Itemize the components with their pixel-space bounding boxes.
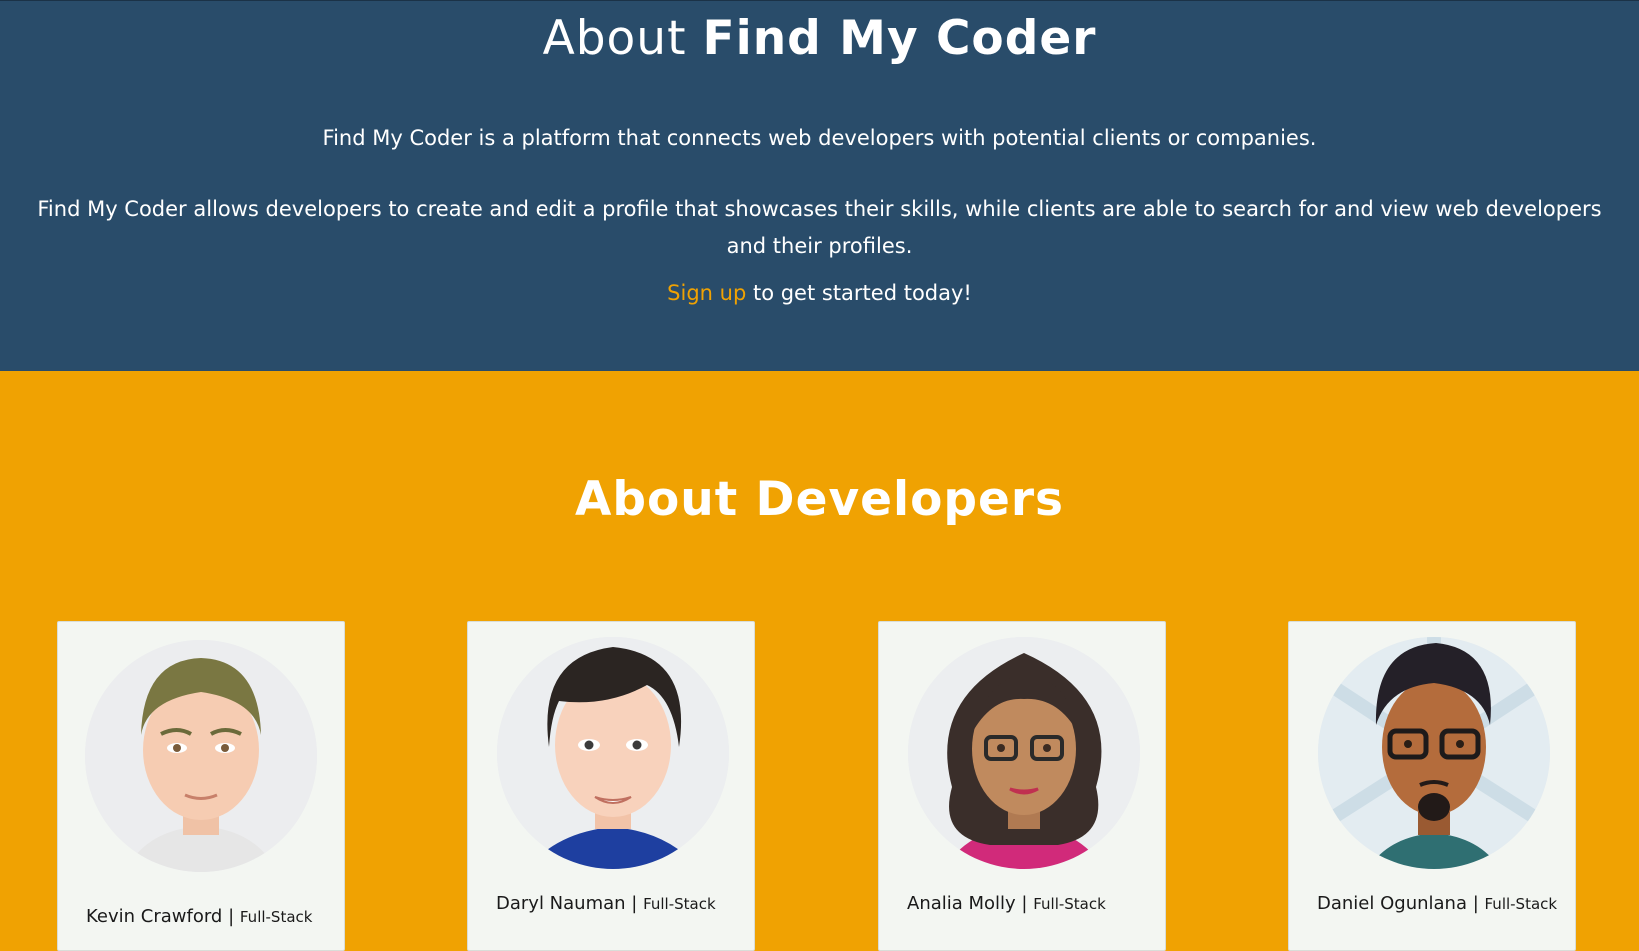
developer-name-line: Daryl Nauman | Full-Stack (496, 893, 716, 914)
male-avatar-icon (85, 640, 317, 872)
developer-role: Full-Stack (1484, 895, 1558, 913)
developer-name: Daniel Ogunlana (1317, 893, 1467, 914)
female-avatar-icon (908, 637, 1140, 869)
developer-name-line: Daniel Ogunlana | Full-Stack (1317, 893, 1558, 914)
male-avatar-icon (497, 637, 729, 869)
developer-name: Kevin Crawford (86, 906, 223, 927)
male-avatar-icon (1318, 637, 1550, 869)
developer-name: Analia Molly (907, 893, 1016, 914)
signup-cta-text: to get started today! (746, 281, 972, 305)
developer-role: Full-Stack (239, 908, 313, 926)
signup-link[interactable]: Sign up (667, 281, 746, 305)
developers-heading: About Developers (574, 472, 1065, 527)
page-title: About Find My Coder (542, 11, 1097, 66)
developer-name-line: Kevin Crawford | Full-Stack (86, 906, 313, 927)
about-hero-section: About Find My Coder Find My Coder is a p… (0, 0, 1639, 371)
developer-name-line: Analia Molly | Full-Stack (907, 893, 1106, 914)
signup-cta: Sign up to get started today! (36, 275, 1603, 312)
developer-card[interactable]: Daniel Ogunlana | Full-Stack (1288, 621, 1576, 951)
intro-paragraph: Find My Coder is a platform that connect… (322, 126, 1317, 150)
brand-name: Find My Coder (702, 11, 1097, 66)
developer-role: Full-Stack (1033, 895, 1106, 913)
developer-role: Full-Stack (643, 895, 716, 913)
description-paragraph: Find My Coder allows developers to creat… (37, 197, 1602, 258)
developer-card[interactable]: Analia Molly | Full-Stack (878, 621, 1166, 951)
developer-card[interactable]: Daryl Nauman | Full-Stack (467, 621, 755, 951)
developer-card[interactable]: Kevin Crawford | Full-Stack (57, 621, 345, 951)
developer-name: Daryl Nauman (496, 893, 626, 914)
